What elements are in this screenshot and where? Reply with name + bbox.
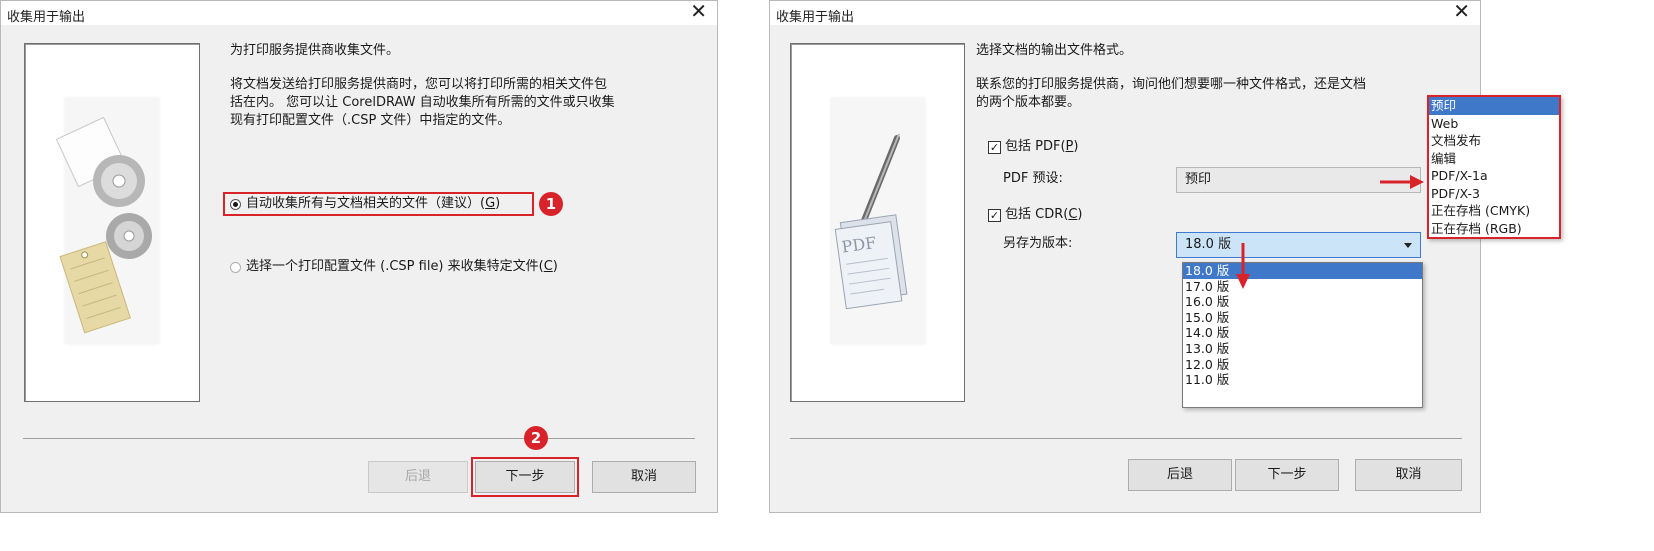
illustration-card (55, 98, 159, 344)
dialog-title: 收集用于输出 (776, 10, 855, 25)
title-bar: 收集用于输出 ✕ (770, 0, 1480, 25)
auto-collect-radio[interactable] (230, 199, 241, 210)
separator (23, 438, 695, 439)
pdf-preset-label: PDF 预设: (1003, 171, 1063, 186)
pdf-preset-option[interactable]: PDF/X-3 (1429, 185, 1559, 203)
cd-illustration-icon (55, 116, 152, 334)
save-as-version-value: 18.0 版 (1185, 237, 1232, 252)
description-line-1: 联系您的打印服务提供商，询问他们想要哪一种文件格式，还是文档 (976, 77, 1367, 92)
pdf-preset-option[interactable]: 预印 (1429, 97, 1559, 115)
version-option[interactable]: 15.0 版 (1183, 310, 1422, 326)
step-badge-1: 1 (539, 192, 563, 216)
description-line-2: 的两个版本都要。 (976, 95, 1081, 110)
pdf-preset-select[interactable]: 预印 (1176, 167, 1421, 193)
pdf-preset-option[interactable]: 正在存档 (RGB) (1429, 220, 1559, 238)
pdf-preset-option[interactable]: 文档发布 (1429, 132, 1559, 150)
illustration-panel: PDF (790, 43, 965, 402)
step-badge-2: 2 (524, 426, 548, 450)
back-button[interactable]: 后退 (1128, 459, 1232, 491)
pdf-document-icon: PDF (834, 133, 908, 310)
description-line-2: 括在内。 您可以让 CorelDRAW 自动收集所有所需的文件或只收集 (230, 95, 615, 110)
next-button[interactable]: 下一步 (1235, 459, 1339, 491)
version-option[interactable]: 16.0 版 (1183, 294, 1422, 310)
close-icon[interactable]: ✕ (690, 0, 707, 23)
collect-for-output-dialog-step2: 收集用于输出 ✕ PDF 选择文档的输出文件格式。 联系您的打印服务提供商，询问… (769, 0, 1481, 513)
cancel-button[interactable]: 取消 (592, 461, 696, 493)
version-option[interactable]: 12.0 版 (1183, 357, 1422, 373)
highlight-frame-next (471, 457, 579, 497)
chevron-down-icon (1404, 243, 1412, 248)
include-cdr-label[interactable]: 包括 CDR(C) (1005, 206, 1082, 224)
select-profile-label[interactable]: 选择一个打印配置文件 (.CSP file) 来收集特定文件(C) (246, 258, 558, 276)
select-profile-radio[interactable] (230, 262, 241, 273)
save-as-version-label: 另存为版本: (1003, 236, 1073, 251)
illustration-card: PDF (831, 98, 925, 344)
include-pdf-label[interactable]: 包括 PDF(P) (1005, 138, 1078, 156)
step-heading: 为打印服务提供商收集文件。 (230, 43, 400, 58)
include-cdr-checkbox[interactable]: ✓ (988, 209, 1001, 222)
version-option[interactable]: 18.0 版 (1183, 263, 1422, 279)
save-as-version-select[interactable]: 18.0 版 (1176, 232, 1421, 258)
version-option[interactable]: 13.0 版 (1183, 341, 1422, 357)
version-option[interactable]: 14.0 版 (1183, 325, 1422, 341)
description-line-1: 将文档发送给打印服务提供商时，您可以将打印所需的相关文件包 (230, 77, 608, 92)
version-option[interactable]: 11.0 版 (1183, 372, 1422, 388)
close-icon[interactable]: ✕ (1453, 0, 1470, 23)
illustration-panel (24, 43, 200, 402)
pdf-preset-option[interactable]: 编辑 (1429, 150, 1559, 168)
back-button[interactable]: 后退 (368, 461, 468, 493)
include-pdf-checkbox[interactable]: ✓ (988, 141, 1001, 154)
version-dropdown-list[interactable]: 18.0 版 17.0 版 16.0 版 15.0 版 14.0 版 13.0 版 12.0… (1182, 262, 1423, 408)
version-option[interactable]: 17.0 版 (1183, 279, 1422, 295)
step-heading: 选择文档的输出文件格式。 (976, 43, 1133, 58)
dialog-title: 收集用于输出 (7, 10, 86, 25)
pdf-preset-dropdown-list[interactable]: 预印 Web 文档发布 编辑 PDF/X-1a PDF/X-3 正在存档 (CMYK) 正在存… (1427, 95, 1561, 239)
collect-for-output-dialog-step1: 收集用于输出 ✕ 为打印服务提供商收集文件。 将文档发送给打印服务提供商时，您可… (0, 0, 718, 513)
pdf-preset-option[interactable]: Web (1429, 115, 1559, 133)
pdf-preset-value: 预印 (1185, 172, 1212, 187)
description-line-3: 现有打印配置文件（.CSP 文件）中指定的文件。 (230, 113, 511, 128)
pdf-preset-option[interactable]: 正在存档 (CMYK) (1429, 202, 1559, 220)
cancel-button[interactable]: 取消 (1355, 459, 1462, 491)
pdf-preset-option[interactable]: PDF/X-1a (1429, 167, 1559, 185)
auto-collect-label[interactable]: 自动收集所有与文档相关的文件（建议）(G) (246, 195, 500, 213)
separator (790, 438, 1462, 439)
title-bar: 收集用于输出 ✕ (1, 0, 717, 25)
